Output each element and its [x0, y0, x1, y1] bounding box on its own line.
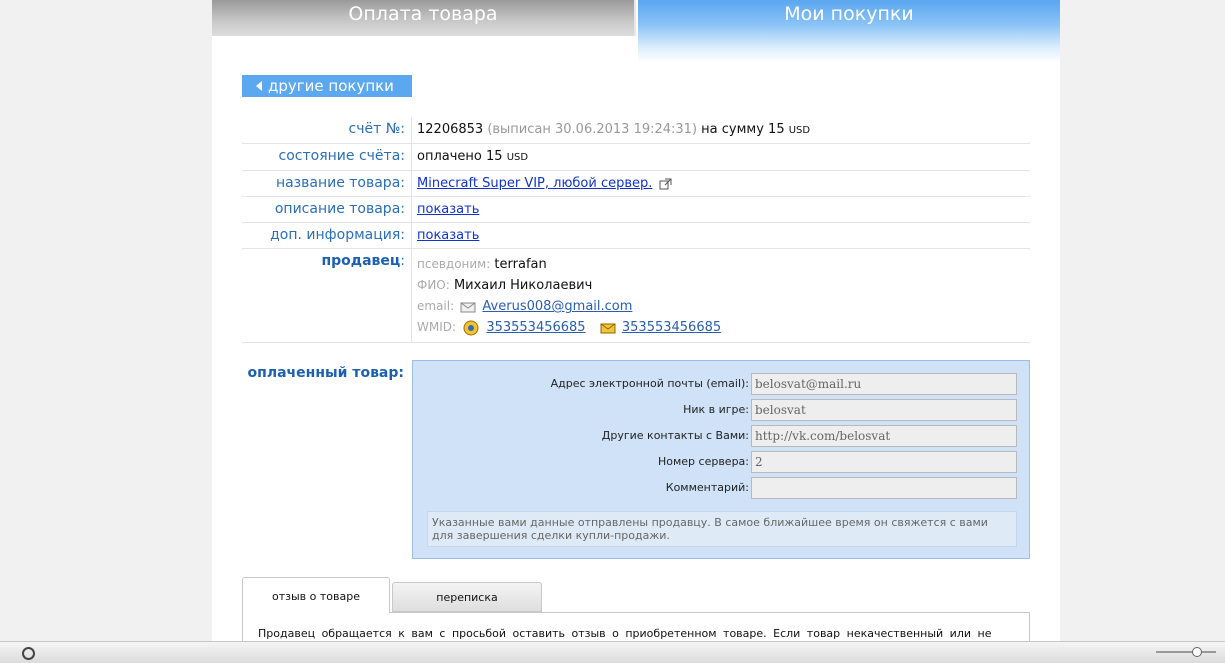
seller-details: псевдоним: terrafan ФИО: Михаил Николаев… — [412, 249, 721, 342]
left-background — [0, 0, 212, 663]
invoice-number: 12206853 — [417, 122, 484, 137]
field-comment-row: Комментарий: — [413, 477, 1031, 499]
seller-wmid-link-1[interactable]: 353553456685 — [486, 320, 585, 335]
speed-gauge-icon[interactable] — [22, 647, 35, 660]
product-description-label: описание товара: — [242, 197, 412, 222]
seller-label: продавец — [321, 253, 401, 269]
paid-goods-label: оплаченный товар: — [247, 365, 404, 381]
field-contacts-input[interactable]: http://vk.com/belosvat — [751, 425, 1017, 447]
tab-correspondence[interactable]: переписка — [392, 582, 542, 612]
field-comment-input[interactable] — [751, 477, 1017, 499]
zoom-slider-knob[interactable] — [1192, 647, 1202, 657]
show-additional-info-link[interactable]: показать — [417, 228, 479, 243]
invoice-label: счёт №: — [242, 117, 412, 143]
field-server-label: Номер сервера: — [657, 455, 749, 468]
other-purchases-button[interactable]: другие покупки — [242, 75, 412, 97]
field-email-row: Адрес электронной почты (email): belosva… — [413, 373, 1031, 395]
additional-info-row: доп. информация: показать — [242, 223, 1030, 249]
main-page: Оплата товара Мои покупки другие покупки… — [212, 0, 1060, 663]
field-server-row: Номер сервера: 2 — [413, 451, 1031, 473]
seller-nick-label: псевдоним: — [417, 257, 491, 271]
product-name-label: название товара: — [242, 171, 412, 196]
other-purchases-label: другие покупки — [268, 77, 394, 95]
back-arrow-icon — [256, 81, 262, 91]
field-nick-input[interactable]: belosvat — [751, 399, 1017, 421]
email-envelope-icon — [460, 302, 476, 312]
invoice-sum: на сумму 15 — [701, 122, 785, 137]
tab-payment[interactable]: Оплата товара — [212, 0, 636, 36]
seller-fio: Михаил Николаевич — [453, 278, 593, 293]
status-value: оплачено 15 USD — [412, 144, 528, 170]
top-tabs-bar: Оплата товара Мои покупки — [212, 0, 1060, 62]
field-contacts-label: Другие контакты с Вами: — [601, 429, 749, 442]
product-description-row: описание товара: показать — [242, 197, 1030, 223]
status-label: состояние счёта: — [242, 144, 412, 170]
invoice-issued: (выписан 30.06.2013 19:24:31) — [487, 122, 698, 137]
field-server-input[interactable]: 2 — [751, 451, 1017, 473]
product-name-value: Minecraft Super VIP, любой сервер. — [412, 171, 674, 196]
invoice-value: 12206853 (выписан 30.06.2013 19:24:31) н… — [412, 117, 810, 143]
additional-info-label: доп. информация: — [242, 223, 412, 248]
field-email-input[interactable]: belosvat@mail.ru — [751, 373, 1017, 395]
status-text: оплачено 15 — [417, 149, 503, 164]
field-contacts-row: Другие контакты с Вами: http://vk.com/be… — [413, 425, 1031, 447]
seller-fio-label: ФИО: — [417, 278, 450, 292]
seller-email-label: email: — [417, 299, 455, 313]
product-name-link[interactable]: Minecraft Super VIP, любой сервер. — [417, 176, 652, 191]
seller-row: продавец: псевдоним: terrafan ФИО: Михаи… — [242, 249, 1030, 343]
external-link-icon[interactable] — [659, 178, 672, 190]
seller-nick: terrafan — [494, 257, 547, 272]
seller-label-cell: продавец: — [242, 249, 412, 342]
field-nick-row: Ник в игре: belosvat — [413, 399, 1031, 421]
webmoney-icon[interactable] — [462, 320, 480, 336]
seller-wmid-link-2[interactable]: 353553456685 — [622, 320, 721, 335]
field-nick-label: Ник в игре: — [683, 403, 749, 416]
wm-message-icon[interactable] — [600, 322, 616, 334]
paid-goods-panel: Адрес электронной почты (email): belosva… — [412, 360, 1030, 559]
zoom-slider-track[interactable] — [1156, 651, 1216, 653]
browser-status-bar — [0, 641, 1225, 663]
show-description-link[interactable]: показать — [417, 202, 479, 217]
status-currency: USD — [506, 152, 529, 163]
review-request-text: Продавец обращается к вам с просьбой ост… — [258, 627, 992, 640]
sent-to-seller-note: Указанные вами данные отправлены продавц… — [427, 511, 1017, 547]
status-row: состояние счёта: оплачено 15 USD — [242, 144, 1030, 171]
field-email-label: Адрес электронной почты (email): — [550, 377, 749, 390]
seller-email-link[interactable]: Averus008@gmail.com — [482, 299, 632, 314]
invoice-row: счёт №: 12206853 (выписан 30.06.2013 19:… — [242, 117, 1030, 144]
invoice-info-table: счёт №: 12206853 (выписан 30.06.2013 19:… — [242, 117, 1030, 343]
tab-review[interactable]: отзыв о товаре — [242, 577, 390, 613]
right-background — [1060, 0, 1225, 663]
field-comment-label: Комментарий: — [665, 481, 749, 494]
product-name-row: название товара: Minecraft Super VIP, лю… — [242, 171, 1030, 197]
invoice-currency: USD — [788, 125, 811, 136]
tab-my-purchases[interactable]: Мои покупки — [638, 0, 1060, 62]
seller-wmid-label: WMID: — [417, 320, 457, 334]
